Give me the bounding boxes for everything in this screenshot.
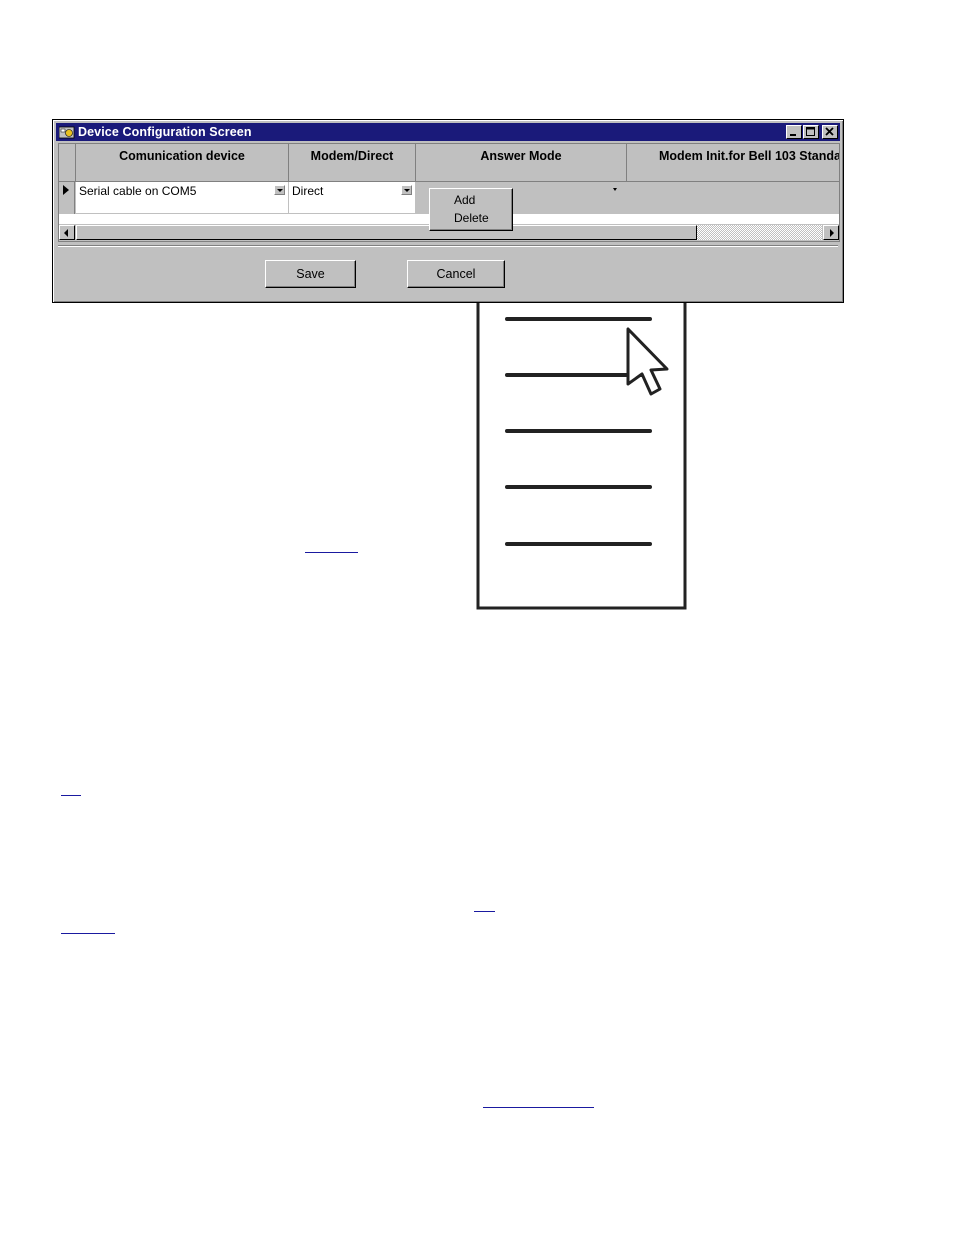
column-header-modem-init[interactable]: Modem Init.for Bell 103 Standa [627, 144, 839, 181]
link-underline[interactable] [61, 933, 115, 934]
maximize-icon[interactable] [803, 125, 819, 139]
device-configuration-window: Device Configuration Screen Comunication… [52, 119, 844, 303]
header-corner [59, 144, 76, 181]
scroll-right-icon[interactable] [823, 225, 839, 240]
cell-modem-init[interactable] [627, 182, 839, 214]
list-document-icon [476, 303, 687, 610]
app-icon[interactable] [58, 125, 75, 139]
link-underline[interactable] [305, 552, 358, 553]
title-bar[interactable]: Device Configuration Screen [56, 123, 840, 141]
close-icon[interactable] [822, 125, 838, 139]
column-header-answer-mode[interactable]: Answer Mode [416, 144, 627, 181]
row-selector-icon [63, 185, 69, 195]
scrollbar-track[interactable] [697, 225, 822, 240]
scroll-left-icon[interactable] [59, 225, 75, 240]
link-underline[interactable] [483, 1107, 594, 1108]
dropdown-arrow-icon[interactable] [401, 185, 412, 195]
footer-divider [58, 245, 838, 247]
link-underline[interactable] [474, 911, 495, 912]
communication-device-value: Serial cable on COM5 [79, 184, 197, 198]
dropdown-arrow-icon[interactable] [613, 188, 617, 191]
minimize-icon[interactable] [786, 125, 802, 139]
scrollbar-thumb[interactable] [76, 225, 697, 240]
mouse-pointer-icon [626, 327, 669, 396]
cell-communication-device[interactable]: Serial cable on COM5 [76, 182, 289, 214]
context-menu: Add Delete [429, 188, 513, 231]
row-selector[interactable] [59, 182, 75, 214]
window-title: Device Configuration Screen [78, 125, 252, 139]
modem-direct-value: Direct [292, 184, 324, 198]
link-underline[interactable] [61, 795, 81, 796]
cell-modem-direct[interactable]: Direct [289, 182, 416, 214]
grid-header: Comunication device Modem/Direct Answer … [59, 144, 839, 182]
save-button[interactable]: Save [265, 260, 356, 288]
column-header-modem-direct[interactable]: Modem/Direct [289, 144, 416, 181]
cancel-button[interactable]: Cancel [407, 260, 505, 288]
context-menu-delete[interactable]: Delete [430, 209, 512, 227]
column-header-communication-device[interactable]: Comunication device [76, 144, 289, 181]
context-menu-add[interactable]: Add [430, 191, 512, 209]
dropdown-arrow-icon[interactable] [274, 185, 285, 195]
